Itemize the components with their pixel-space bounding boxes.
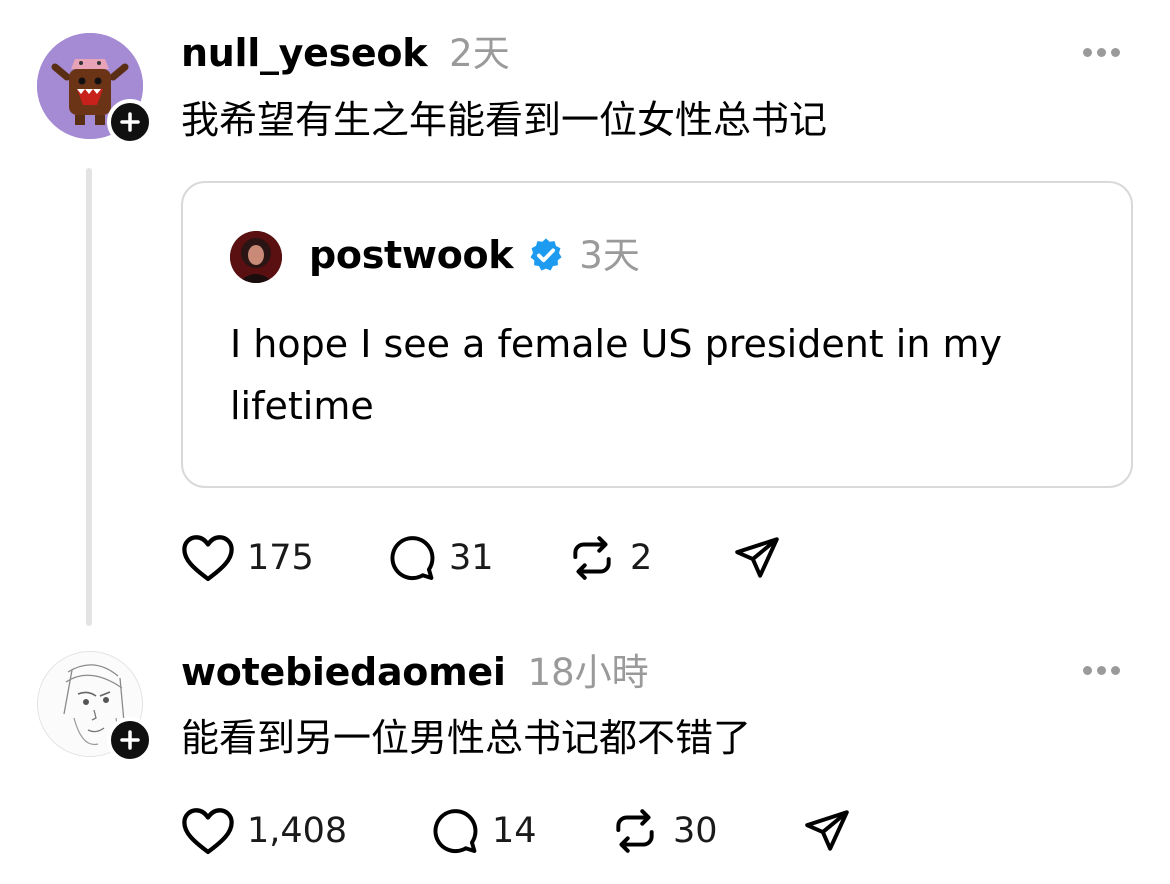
repost-button[interactable]: 30 bbox=[609, 806, 718, 856]
dot-icon bbox=[1097, 666, 1106, 675]
like-button[interactable]: 1,408 bbox=[181, 806, 347, 856]
repost-icon bbox=[573, 536, 611, 580]
dot-icon bbox=[1083, 666, 1092, 675]
repost-count: 2 bbox=[630, 538, 653, 578]
quoted-post-text: I hope I see a female US president in my… bbox=[230, 322, 1003, 428]
dot-icon bbox=[1111, 666, 1120, 675]
portrait-avatar-image bbox=[230, 231, 282, 283]
reply-button[interactable]: 31 bbox=[385, 533, 494, 583]
post-header: null_yeseok 2天 bbox=[181, 34, 510, 72]
like-count: 175 bbox=[247, 538, 314, 578]
dot-icon bbox=[1111, 48, 1120, 57]
thread-line bbox=[86, 168, 92, 626]
quoted-timestamp[interactable]: 3天 bbox=[579, 237, 640, 274]
reply-count: 14 bbox=[492, 811, 537, 851]
repost-count: 30 bbox=[673, 811, 718, 851]
timestamp[interactable]: 18小時 bbox=[528, 654, 649, 691]
plus-icon bbox=[120, 730, 140, 750]
send-icon bbox=[805, 810, 849, 851]
verified-badge-icon bbox=[530, 238, 562, 271]
follow-button[interactable] bbox=[107, 717, 153, 763]
post-header: wotebiedaomei 18小時 bbox=[181, 653, 649, 691]
heart-icon bbox=[182, 808, 234, 855]
plus-icon bbox=[120, 112, 140, 132]
username[interactable]: wotebiedaomei bbox=[181, 653, 506, 691]
post-text: 能看到另一位男性总书记都不错了 bbox=[181, 716, 752, 760]
repost-button[interactable]: 2 bbox=[566, 533, 652, 583]
more-options-button[interactable] bbox=[1083, 666, 1120, 675]
timestamp[interactable]: 2天 bbox=[449, 35, 510, 72]
dot-icon bbox=[1097, 48, 1106, 57]
reply-button[interactable]: 14 bbox=[428, 806, 537, 856]
avatar-postwook[interactable] bbox=[230, 231, 282, 283]
comment-icon bbox=[390, 536, 435, 581]
dot-icon bbox=[1083, 48, 1092, 57]
share-button[interactable] bbox=[731, 533, 783, 583]
post-text: 我希望有生之年能看到一位女性总书记 bbox=[181, 98, 828, 142]
quoted-username[interactable]: postwook bbox=[309, 236, 514, 274]
like-button[interactable]: 175 bbox=[181, 533, 314, 583]
heart-icon bbox=[182, 535, 234, 582]
quoted-post-header: postwook 3天 bbox=[309, 236, 640, 274]
follow-button[interactable] bbox=[107, 99, 153, 145]
reply-count: 31 bbox=[449, 538, 494, 578]
comment-icon bbox=[433, 809, 478, 854]
send-icon bbox=[735, 537, 779, 578]
share-button[interactable] bbox=[801, 806, 853, 856]
quoted-post-card[interactable]: postwook 3天 I hope I see a female US pre… bbox=[181, 181, 1133, 488]
repost-icon bbox=[616, 809, 654, 853]
more-options-button[interactable] bbox=[1083, 48, 1120, 57]
like-count: 1,408 bbox=[247, 811, 348, 851]
username[interactable]: null_yeseok bbox=[181, 34, 427, 72]
